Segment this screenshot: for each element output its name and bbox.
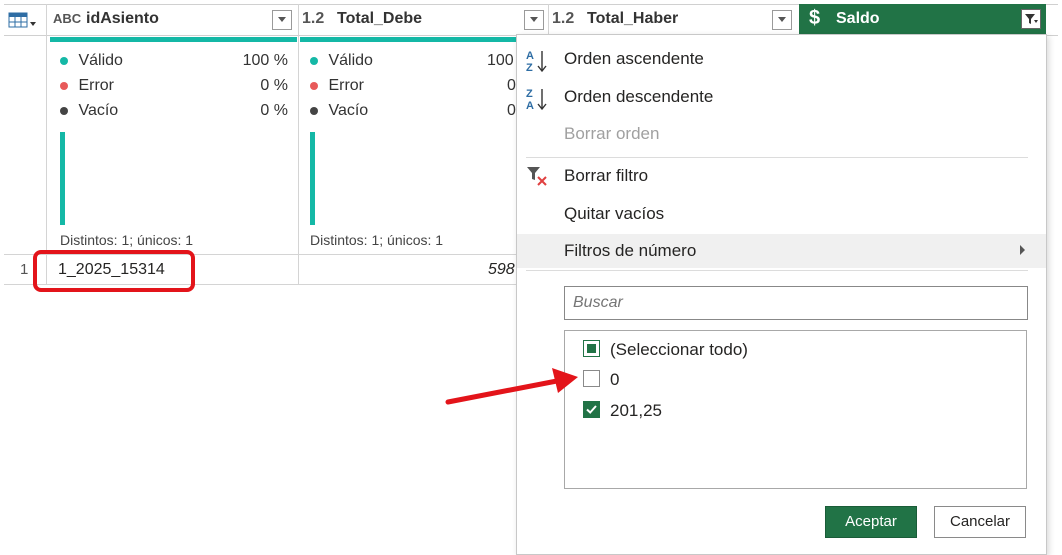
valid-stat: Válido 100 bbox=[310, 52, 516, 70]
column-header-idAsiento[interactable]: ABC idAsiento bbox=[50, 4, 298, 35]
empty-label: Vacío bbox=[78, 102, 119, 119]
menu-separator bbox=[526, 270, 1028, 271]
empty-dot bbox=[310, 106, 318, 115]
accept-button[interactable]: Aceptar bbox=[825, 506, 917, 538]
menu-item-number-filters[interactable]: Filtros de número bbox=[564, 241, 696, 261]
error-stat: Error 0 % bbox=[60, 77, 288, 95]
highlight-box bbox=[33, 250, 195, 292]
column-name: Total_Debe bbox=[337, 10, 423, 27]
sort-descending-icon: Z A bbox=[526, 86, 550, 112]
valid-pct: 100 % bbox=[242, 52, 288, 69]
currency-type-icon: $ bbox=[809, 7, 821, 29]
svg-text:A: A bbox=[526, 100, 534, 112]
menu-item-clear-sort: Borrar orden bbox=[564, 124, 660, 143]
valid-label: Válido bbox=[78, 52, 123, 69]
distinct-count: Distintos: 1; únicos: 1 bbox=[310, 232, 444, 248]
valid-dot bbox=[310, 56, 318, 65]
cell-Total_Debe[interactable]: 598 bbox=[488, 261, 515, 279]
column-header-Total_Debe[interactable]: 1.2 Total_Debe bbox=[300, 4, 546, 35]
list-item-label[interactable]: 201,25 bbox=[610, 401, 662, 421]
filter-icon bbox=[1025, 14, 1038, 24]
svg-text:Z: Z bbox=[526, 88, 533, 100]
menu-item-clear-filter[interactable]: Borrar filtro bbox=[564, 166, 648, 186]
valid-pct: 100 bbox=[487, 52, 514, 69]
error-label: Error bbox=[328, 77, 365, 94]
empty-stat: Vacío 0 bbox=[310, 102, 516, 120]
error-pct: 0 bbox=[507, 77, 516, 94]
cancel-button[interactable]: Cancelar bbox=[934, 506, 1026, 538]
col-divider bbox=[548, 4, 549, 34]
error-label: Error bbox=[78, 77, 115, 94]
empty-pct: 0 bbox=[507, 102, 516, 119]
partial-mark bbox=[587, 344, 596, 353]
menu-separator bbox=[526, 157, 1028, 158]
filter-dropdown-button[interactable] bbox=[772, 10, 792, 30]
filter-dropdown-button[interactable] bbox=[524, 10, 544, 30]
column-header-Saldo[interactable]: $ Saldo bbox=[799, 4, 1046, 34]
distinct-count: Distintos: 1; únicos: 1 bbox=[60, 232, 194, 248]
svg-text:Z: Z bbox=[526, 62, 533, 74]
empty-pct: 0 % bbox=[260, 102, 288, 119]
error-dot bbox=[60, 81, 68, 90]
menu-item-remove-empty[interactable]: Quitar vacíos bbox=[564, 204, 664, 224]
list-item-label[interactable]: 0 bbox=[610, 370, 619, 390]
filter-dropdown-button[interactable] bbox=[272, 10, 292, 30]
error-pct: 0 % bbox=[260, 77, 288, 94]
column-name: Total_Haber bbox=[587, 10, 679, 27]
col-divider bbox=[298, 4, 299, 285]
empty-stat: Vacío 0 % bbox=[60, 102, 288, 120]
sort-ascending-icon: A Z bbox=[526, 48, 550, 74]
menu-item-sort-ascending[interactable]: Orden ascendente bbox=[564, 49, 704, 69]
decimal-type-icon: 1.2 bbox=[302, 10, 325, 27]
filter-active-button[interactable] bbox=[1021, 9, 1041, 29]
empty-label: Vacío bbox=[328, 102, 369, 119]
search-input[interactable] bbox=[564, 286, 1028, 320]
distribution-bar bbox=[310, 132, 315, 225]
quality-bar bbox=[300, 37, 516, 42]
error-dot bbox=[310, 81, 318, 90]
select-all-checkbox[interactable] bbox=[583, 340, 600, 357]
text-type-icon: ABC bbox=[53, 11, 82, 26]
clear-filter-icon bbox=[525, 164, 549, 188]
col-divider bbox=[46, 4, 47, 285]
valid-label: Válido bbox=[328, 52, 373, 69]
chevron-right-icon bbox=[1020, 245, 1025, 255]
valid-stat: Válido 100 % bbox=[60, 52, 288, 70]
error-stat: Error 0 bbox=[310, 77, 516, 95]
column-name: Saldo bbox=[836, 10, 880, 27]
svg-text:A: A bbox=[526, 50, 534, 62]
valid-dot bbox=[60, 56, 68, 65]
decimal-type-icon: 1.2 bbox=[552, 10, 575, 27]
table-menu-icon[interactable] bbox=[8, 12, 40, 30]
row-number: 1 bbox=[20, 261, 29, 278]
empty-dot bbox=[60, 106, 68, 115]
column-name: idAsiento bbox=[86, 10, 159, 27]
column-header-Total_Haber[interactable]: 1.2 Total_Haber bbox=[550, 4, 796, 35]
menu-item-sort-descending[interactable]: Orden descendente bbox=[564, 87, 713, 107]
list-item-label[interactable]: (Seleccionar todo) bbox=[610, 340, 748, 360]
annotation-arrow bbox=[445, 368, 578, 405]
quality-bar bbox=[50, 37, 297, 42]
distribution-bar bbox=[60, 132, 65, 225]
